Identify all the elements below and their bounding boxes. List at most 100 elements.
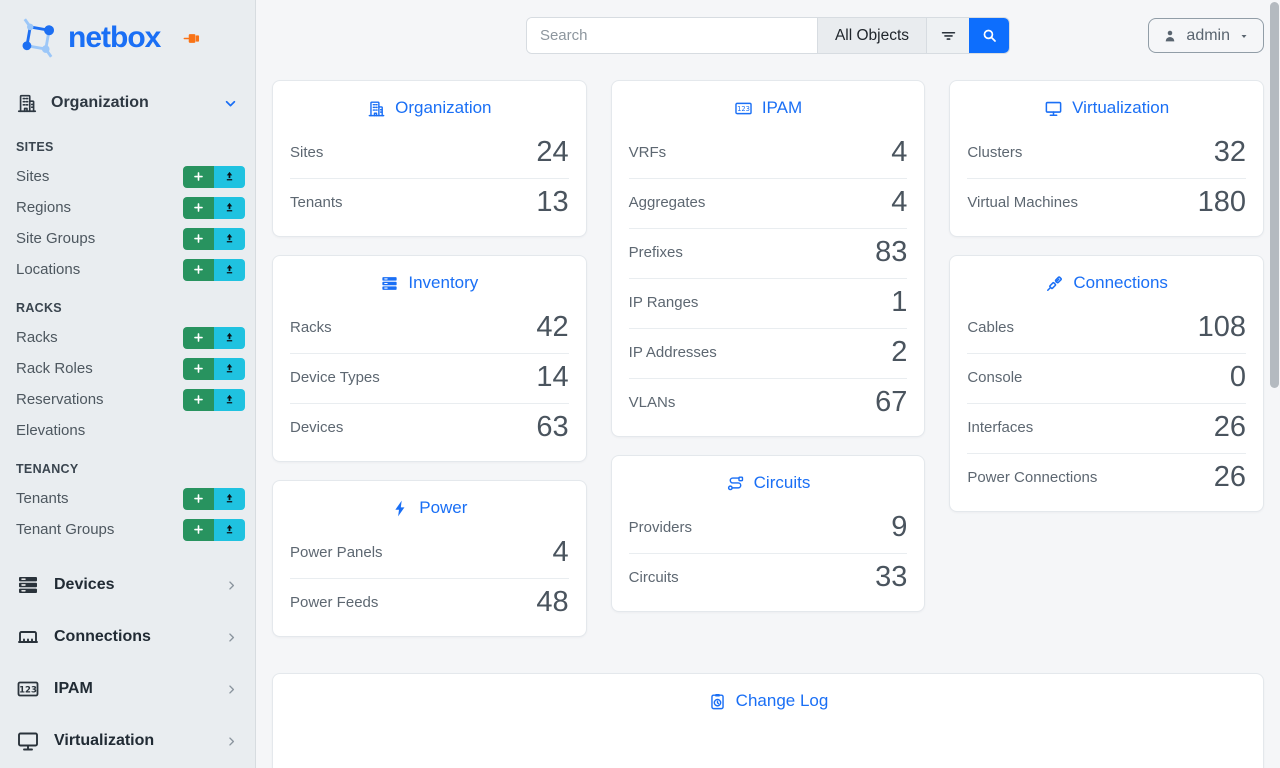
sidebar-item-label: Elevations <box>16 422 85 439</box>
plus-icon <box>192 170 205 183</box>
card-change-log-title[interactable]: Change Log <box>273 674 1263 722</box>
import-button[interactable] <box>214 519 245 541</box>
sidebar-item-locations[interactable]: Locations <box>0 254 255 285</box>
stat-value[interactable]: 42 <box>536 313 568 342</box>
import-button[interactable] <box>214 228 245 250</box>
stat-value[interactable]: 4 <box>553 538 569 567</box>
card-title-label: Change Log <box>736 691 829 711</box>
sidebar-item-rack-roles[interactable]: Rack Roles <box>0 353 255 384</box>
card-organization-title[interactable]: Organization <box>273 81 586 129</box>
stat-value[interactable]: 14 <box>536 363 568 392</box>
sidebar-item-tenants[interactable]: Tenants <box>0 483 255 514</box>
import-button[interactable] <box>214 166 245 188</box>
sidebar-item-reservations[interactable]: Reservations <box>0 384 255 415</box>
stat-label: IP Ranges <box>629 294 699 311</box>
import-button[interactable] <box>214 389 245 411</box>
upload-icon <box>223 232 236 245</box>
stat-value[interactable]: 26 <box>1214 463 1246 492</box>
sidebar-item-site-groups[interactable]: Site Groups <box>0 223 255 254</box>
search-button[interactable] <box>969 18 1009 53</box>
stat-value[interactable]: 48 <box>536 588 568 617</box>
card-change-log: Change Log <box>272 673 1264 768</box>
stat-label: Racks <box>290 319 332 336</box>
sidebar-item-label: Devices <box>54 576 115 594</box>
card-circuits-title[interactable]: Circuits <box>612 456 925 504</box>
upload-icon <box>223 263 236 276</box>
sidebar-item-sites[interactable]: Sites <box>0 161 255 192</box>
stat-value[interactable]: 24 <box>536 138 568 167</box>
add-button[interactable] <box>183 166 214 188</box>
search-input[interactable] <box>527 18 817 53</box>
sidebar-heading-racks: RACKS <box>0 301 255 315</box>
plus-icon <box>192 263 205 276</box>
stat-value[interactable]: 83 <box>875 238 907 267</box>
stat-value[interactable]: 33 <box>875 563 907 592</box>
import-button[interactable] <box>214 358 245 380</box>
sidebar-item-elevations[interactable]: Elevations <box>0 415 255 446</box>
search-icon <box>981 27 998 44</box>
card-circuits: Circuits Providers 9 Circuits 33 <box>611 455 926 612</box>
card-power-title[interactable]: Power <box>273 481 586 529</box>
stat-value[interactable]: 32 <box>1214 138 1246 167</box>
plus-icon <box>192 393 205 406</box>
sidebar-item-organization[interactable]: Organization <box>0 82 255 124</box>
sidebar-item-ipam[interactable]: IPAM <box>0 663 255 715</box>
stat-value[interactable]: 108 <box>1198 313 1246 342</box>
add-button[interactable] <box>183 389 214 411</box>
stat-value[interactable]: 9 <box>891 513 907 542</box>
stat-value[interactable]: 13 <box>536 188 568 217</box>
add-button[interactable] <box>183 259 214 281</box>
stat-label: Power Panels <box>290 544 383 561</box>
stat-value[interactable]: 1 <box>891 288 907 317</box>
stat-row: Power Connections 26 <box>967 453 1246 503</box>
add-button[interactable] <box>183 358 214 380</box>
netbox-logo[interactable]: netbox <box>16 16 160 60</box>
sidebar-item-label: Locations <box>16 261 80 278</box>
page-scrollbar-thumb[interactable] <box>1270 2 1279 388</box>
import-button[interactable] <box>214 327 245 349</box>
sidebar-item-regions[interactable]: Regions <box>0 192 255 223</box>
add-button[interactable] <box>183 488 214 510</box>
pin-icon[interactable] <box>182 29 201 48</box>
card-connections-title[interactable]: Connections <box>950 256 1263 304</box>
add-button[interactable] <box>183 228 214 250</box>
stat-row: IP Ranges 1 <box>629 278 908 328</box>
search-scope-label: All Objects <box>835 27 909 45</box>
import-button[interactable] <box>214 197 245 219</box>
stat-label: Virtual Machines <box>967 194 1078 211</box>
sidebar-item-virtualization[interactable]: Virtualization <box>0 715 255 767</box>
sidebar-item-label: Regions <box>16 199 71 216</box>
stat-value[interactable]: 67 <box>875 388 907 417</box>
add-button[interactable] <box>183 197 214 219</box>
user-name: admin <box>1186 27 1230 45</box>
card-ipam-title[interactable]: IPAM <box>612 81 925 129</box>
upload-icon <box>223 492 236 505</box>
stat-value[interactable]: 26 <box>1214 413 1246 442</box>
filter-button[interactable] <box>926 18 969 53</box>
stat-value[interactable]: 4 <box>891 138 907 167</box>
import-button[interactable] <box>214 488 245 510</box>
stat-value[interactable]: 63 <box>536 413 568 442</box>
add-button[interactable] <box>183 519 214 541</box>
sidebar-item-racks[interactable]: Racks <box>0 322 255 353</box>
stat-value[interactable]: 0 <box>1230 363 1246 392</box>
import-button[interactable] <box>214 259 245 281</box>
stat-row: VLANs 67 <box>629 378 908 428</box>
stat-value[interactable]: 2 <box>891 338 907 367</box>
sidebar-item-devices[interactable]: Devices <box>0 559 255 611</box>
sidebar-item-tenant-groups[interactable]: Tenant Groups <box>0 514 255 545</box>
stat-value[interactable]: 180 <box>1198 188 1246 217</box>
search-scope-button[interactable]: All Objects <box>817 18 926 53</box>
card-inventory-title[interactable]: Inventory <box>273 256 586 304</box>
card-virtualization: Virtualization Clusters 32 Virtual Machi… <box>949 80 1264 237</box>
stat-value[interactable]: 4 <box>891 188 907 217</box>
add-button[interactable] <box>183 327 214 349</box>
stat-row: Prefixes 83 <box>629 228 908 278</box>
monitor-icon <box>1044 99 1063 118</box>
stat-label: Interfaces <box>967 419 1033 436</box>
card-virtualization-title[interactable]: Virtualization <box>950 81 1263 129</box>
user-menu-button[interactable]: admin <box>1148 18 1264 53</box>
main-area: All Objects admin Organization <box>256 0 1280 768</box>
sidebar-item-connections[interactable]: Connections <box>0 611 255 663</box>
stat-label: Cables <box>967 319 1014 336</box>
